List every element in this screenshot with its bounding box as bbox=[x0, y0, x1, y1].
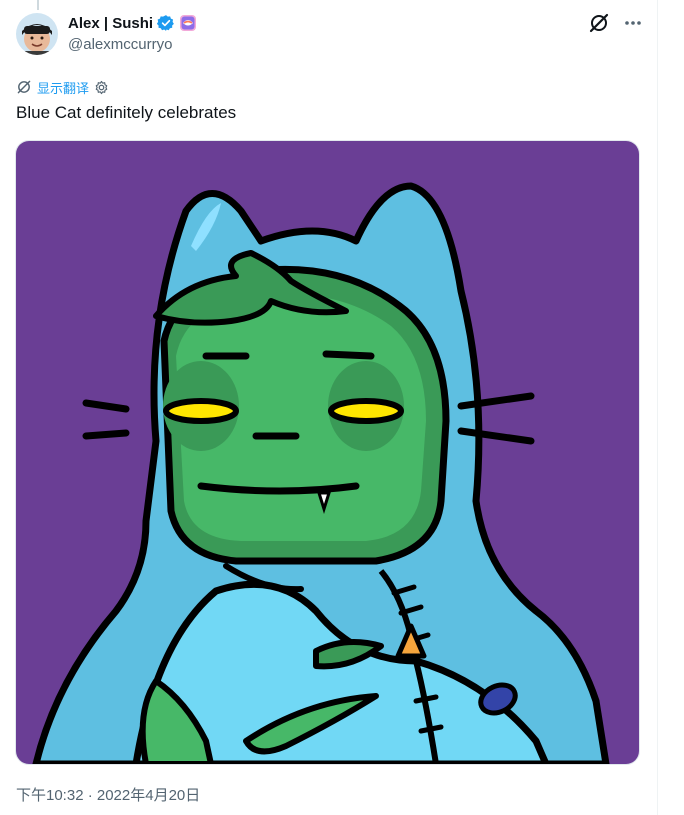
settings-gear-icon[interactable] bbox=[94, 80, 109, 95]
sushi-emoji-icon bbox=[179, 14, 197, 32]
author-display-name[interactable]: Alex | Sushi bbox=[68, 15, 153, 32]
avatar-image bbox=[16, 13, 58, 55]
blue-cat-hoodie-artwork bbox=[16, 141, 639, 764]
show-translation-link[interactable]: 显示翻译 bbox=[37, 78, 89, 97]
verified-badge-icon bbox=[156, 14, 175, 32]
tweet-media-image[interactable] bbox=[15, 140, 640, 765]
more-options-button[interactable] bbox=[622, 12, 644, 34]
tweet-top-actions bbox=[588, 12, 644, 34]
tweet-text: Blue Cat definitely celebrates bbox=[16, 103, 237, 122]
avatar[interactable] bbox=[16, 13, 58, 55]
translate-row: 显示翻译 bbox=[16, 77, 109, 97]
grok-button[interactable] bbox=[588, 12, 610, 34]
grok-small-icon bbox=[17, 80, 31, 94]
grok-icon bbox=[589, 13, 609, 33]
thread-connector-line bbox=[37, 0, 39, 10]
author-handle[interactable]: @alexmccurryo bbox=[68, 36, 172, 53]
author-name-row[interactable]: Alex | Sushi bbox=[68, 13, 197, 33]
tweet-timestamp[interactable]: 下午10:32 · 2022年4月20日 bbox=[16, 784, 200, 805]
more-dots-icon bbox=[625, 21, 641, 25]
column-divider bbox=[657, 0, 658, 815]
